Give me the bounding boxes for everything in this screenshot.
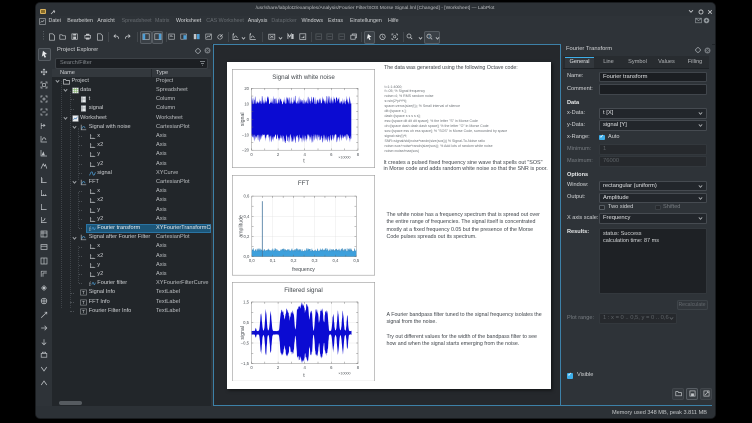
svg-text:1: 1	[428, 35, 430, 39]
svg-text:10: 10	[244, 101, 249, 106]
svg-text:T: T	[82, 309, 85, 315]
svg-text:Filtered signal: Filtered signal	[284, 287, 323, 294]
svg-text:0,5: 0,5	[353, 258, 359, 263]
svg-text:frequency: frequency	[292, 267, 315, 273]
svg-text:0,6: 0,6	[243, 194, 249, 199]
svg-text:−0,5: −0,5	[240, 340, 249, 345]
svg-text:Signal with white noise: Signal with white noise	[272, 74, 335, 81]
svg-text:signal: signal	[240, 326, 246, 340]
svg-text:×10000: ×10000	[338, 371, 350, 375]
svg-text:0,2: 0,2	[290, 258, 296, 263]
svg-text:f: f	[89, 281, 91, 287]
svg-text:−1,5: −1,5	[240, 361, 249, 366]
svg-text:T: T	[82, 300, 85, 306]
svg-text:−20: −20	[241, 148, 249, 153]
svg-text:FFT: FFT	[297, 180, 309, 187]
svg-text:T: T	[82, 291, 85, 297]
svg-text:−10: −10	[241, 132, 249, 137]
svg-text:f: f	[89, 226, 91, 232]
svg-text:0,1: 0,1	[269, 258, 275, 263]
svg-text:20: 20	[244, 86, 249, 91]
svg-text:0,3: 0,3	[311, 258, 317, 263]
svg-text:0,0: 0,0	[248, 258, 254, 263]
svg-text:0,4: 0,4	[332, 258, 338, 263]
svg-text:1,5: 1,5	[243, 299, 249, 304]
svg-text:×10000: ×10000	[338, 156, 350, 160]
svg-text:signal: signal	[240, 113, 246, 127]
svg-text:amplitude: amplitude	[238, 215, 244, 238]
svg-text:0,5: 0,5	[243, 320, 249, 325]
